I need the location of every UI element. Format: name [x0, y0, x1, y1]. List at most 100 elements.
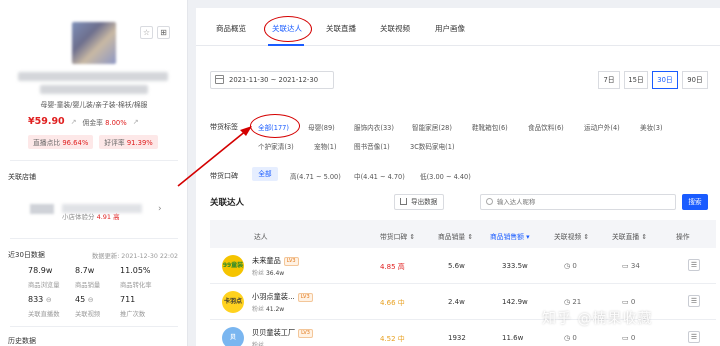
- level-badge: LV3: [297, 292, 313, 302]
- tag-filter-option[interactable]: 食品饮料(6): [528, 122, 564, 132]
- influencer-search-input[interactable]: [480, 194, 676, 210]
- calendar-icon: [215, 75, 224, 84]
- tag-filter-option[interactable]: 宠物(1): [314, 141, 337, 151]
- date-range-picker[interactable]: 2021-11-30 ~ 2021-12-30: [210, 71, 334, 89]
- price-row: ¥59.90 ↗ 佣金率 8.00% ↗: [28, 116, 139, 127]
- sales-revenue: 142.9w: [502, 298, 528, 306]
- tab-related-video[interactable]: 关联视频: [380, 23, 410, 34]
- tab-overview[interactable]: 商品概览: [216, 23, 246, 34]
- tag-filter-option[interactable]: 美妆(3): [640, 122, 663, 132]
- related-lives: ▭ 34: [622, 262, 640, 270]
- related-videos: ◷ 0: [564, 334, 577, 342]
- stat-value: 8.7w: [75, 266, 95, 275]
- sales-count: 1932: [448, 334, 466, 342]
- more-actions-icon[interactable]: ☰: [688, 259, 700, 271]
- reputation-filter-all[interactable]: 全部: [252, 167, 278, 181]
- related-lives: ▭ 0: [622, 298, 636, 306]
- store-section-title: 关联店铺: [8, 173, 36, 181]
- stat-label: 关联直播数: [28, 311, 60, 318]
- tab-related-live[interactable]: 关联直播: [326, 23, 356, 34]
- related-videos: ◷ 0: [564, 262, 577, 270]
- avatar[interactable]: 贝: [222, 327, 244, 346]
- good-review-badge: 好评率 91.39%: [99, 135, 158, 149]
- stat-value: 11.05%: [120, 266, 151, 275]
- reputation-filter-high[interactable]: 高(4.71 ~ 5.00): [290, 171, 341, 181]
- annotation-circle: [250, 114, 300, 138]
- reputation-score: 4.66 中: [380, 299, 405, 307]
- data-update-time: 数据更新: 2021-12-30 22:02: [92, 253, 179, 260]
- reputation-filter-mid[interactable]: 中(4.41 ~ 4.70): [354, 171, 405, 181]
- tag-filter-option[interactable]: 运动户外(4): [584, 122, 620, 132]
- column-header[interactable]: 带货口碑 ⇕: [380, 231, 415, 241]
- avatar[interactable]: 卡羽点: [222, 291, 244, 313]
- sales-revenue: 11.6w: [502, 334, 524, 342]
- reputation-score: 4.52 中: [380, 335, 405, 343]
- tag-filter-option[interactable]: 母婴(89): [308, 122, 335, 132]
- level-badge: LV3: [298, 328, 313, 338]
- export-button[interactable]: 导出数据: [394, 194, 444, 210]
- clock-icon: ◷: [564, 262, 571, 270]
- column-header[interactable]: 关联直播 ⇕: [612, 231, 647, 241]
- related-lives: ▭ 0: [622, 334, 636, 342]
- column-header-sorted[interactable]: 商品销售额 ▾: [490, 231, 530, 241]
- fans-count: 粉丝 41.2w: [252, 306, 285, 313]
- column-header[interactable]: 关联视频 ⇕: [554, 231, 589, 241]
- link-icon: ⊖: [87, 296, 94, 304]
- commission-rate: 8.00%: [105, 118, 127, 127]
- active-tab-indicator: [268, 44, 304, 46]
- tab-user-profile[interactable]: 用户画像: [435, 23, 465, 34]
- tag-filter-option[interactable]: 智能家居(28): [412, 122, 452, 132]
- chevron-right-icon[interactable]: ›: [158, 204, 162, 214]
- stat-label: 商品转化率: [120, 282, 152, 289]
- fans-count: 粉丝 36.4w: [252, 270, 285, 277]
- reputation-filter-label: 带货口碑: [210, 172, 238, 180]
- period-7d[interactable]: 7日: [598, 71, 620, 89]
- more-actions-icon[interactable]: ☰: [688, 295, 700, 307]
- stat-value: 78.9w: [28, 266, 53, 275]
- video-camera-icon: ▭: [622, 334, 629, 342]
- divider: [10, 326, 178, 327]
- stat-label: 商品浏览量: [28, 282, 60, 289]
- tag-filter-option[interactable]: 图书音像(1): [354, 141, 390, 151]
- influencer-name[interactable]: 未来童品 LV3: [252, 256, 299, 266]
- search-button[interactable]: 搜索: [682, 194, 708, 210]
- star-icon[interactable]: ☆: [140, 26, 153, 39]
- tag-filter-option[interactable]: 服饰内衣(33): [354, 122, 394, 132]
- period-15d[interactable]: 15日: [624, 71, 648, 89]
- stat-value: 45 ⊖: [75, 295, 94, 304]
- qr-code-icon[interactable]: ⊞: [157, 26, 170, 39]
- tag-filter-option[interactable]: 鞋靴箱包(6): [472, 122, 508, 132]
- product-image[interactable]: [72, 22, 116, 64]
- influencer-name[interactable]: 贝贝童装工厂 LV3: [252, 328, 313, 338]
- download-icon: [400, 198, 407, 205]
- tag-filter-option[interactable]: 3C数码家电(1): [410, 141, 455, 151]
- level-badge: LV3: [283, 256, 299, 266]
- product-title-blurred-line2: [40, 85, 148, 94]
- trend-icon[interactable]: ↗: [133, 118, 139, 126]
- history-section-title: 历史数据: [8, 337, 36, 345]
- link-icon: ⊖: [45, 296, 52, 304]
- stats-section-title: 近30日数据: [8, 251, 45, 259]
- column-header: 操作: [676, 233, 690, 241]
- product-panel: ☆ ⊞ 母婴-童装/婴儿装/亲子装-棉袄/棉服 ¥59.90 ↗ 佣金率 8.0…: [0, 0, 188, 346]
- reputation-filter-low[interactable]: 低(3.00 ~ 4.40): [420, 171, 471, 181]
- tag-filter-option[interactable]: 个护家清(3): [258, 141, 294, 151]
- stat-value: 833 ⊖: [28, 295, 52, 304]
- more-actions-icon[interactable]: ☰: [688, 331, 700, 343]
- period-30d[interactable]: 30日: [652, 71, 678, 89]
- stat-label: 推广次数: [120, 311, 146, 318]
- table-row[interactable]: 99童装 未来童品 LV3 粉丝 36.4w 4.85 高 5.6w 333.5w…: [210, 248, 716, 284]
- related-videos: ◷ 21: [564, 298, 582, 306]
- badge-row: 直播点比 96.64% 好评率 91.39%: [28, 135, 158, 149]
- sales-count: 5.6w: [448, 262, 465, 270]
- conversion-badge: 直播点比 96.64%: [28, 135, 94, 149]
- column-header[interactable]: 商品销量 ⇕: [438, 231, 473, 241]
- table-header: 达人 带货口碑 ⇕ 商品销量 ⇕ 商品销售额 ▾ 关联视频 ⇕ 关联直播 ⇕ 操…: [210, 220, 716, 248]
- period-90d[interactable]: 90日: [682, 71, 708, 89]
- influencer-name[interactable]: 小羽点童装... LV3: [252, 292, 313, 302]
- divider: [10, 160, 178, 161]
- trend-icon[interactable]: ↗: [71, 118, 77, 126]
- list-title: 关联达人: [210, 198, 245, 208]
- store-experience: 小店体验分 4.91 高: [62, 213, 120, 221]
- avatar[interactable]: 99童装: [222, 255, 244, 277]
